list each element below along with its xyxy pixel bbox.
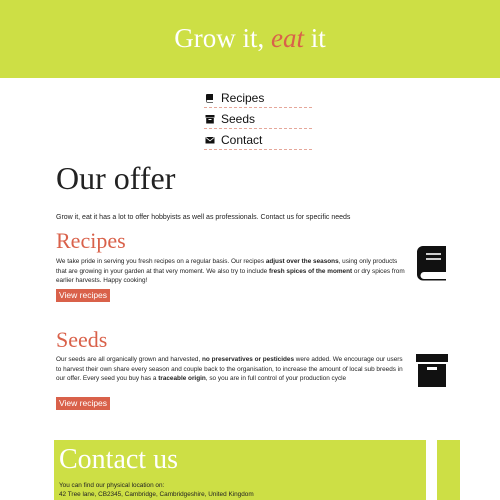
nav-item-recipes[interactable]: Recipes [204, 88, 312, 108]
recipes-heading: Recipes [56, 228, 126, 253]
view-recipes-button[interactable]: View recipes [56, 289, 111, 302]
box-icon [204, 113, 215, 124]
envelope-icon [204, 134, 215, 145]
contact-address: You can find our physical location on: 4… [59, 481, 419, 499]
contact-intro-line: You can find our physical location on: [59, 482, 165, 489]
contact-address-line: 42 Tree lane, CB2345, Cambridge, Cambrid… [59, 491, 254, 498]
nav-label: Recipes [221, 90, 265, 105]
site-header: Grow it, eat it [0, 0, 500, 78]
box-icon [416, 354, 448, 392]
nav-item-seeds[interactable]: Seeds [204, 109, 312, 129]
nav-label: Seeds [221, 111, 256, 126]
contact-heading: Contact us [59, 444, 178, 475]
main-nav: Recipes Seeds Contact [204, 88, 312, 151]
recipes-description: We take pride in serving you fresh recip… [56, 258, 405, 284]
page-title: Our offer [56, 160, 176, 196]
seeds-view-button[interactable]: View recipes [56, 397, 111, 410]
book-icon [204, 92, 215, 103]
contact-side-panel [437, 440, 460, 500]
seeds-heading: Seeds [56, 327, 108, 352]
nav-label: Contact [221, 132, 263, 147]
site-logo-text[interactable]: Grow it, eat it [174, 23, 326, 54]
seeds-description: Our seeds are all organically grown and … [56, 356, 403, 382]
intro-text: Grow it, eat it has a lot to offer hobby… [56, 214, 351, 221]
nav-item-contact[interactable]: Contact [204, 130, 312, 150]
contact-panel: Contact us You can find our physical loc… [54, 440, 426, 500]
book-icon [414, 245, 448, 285]
